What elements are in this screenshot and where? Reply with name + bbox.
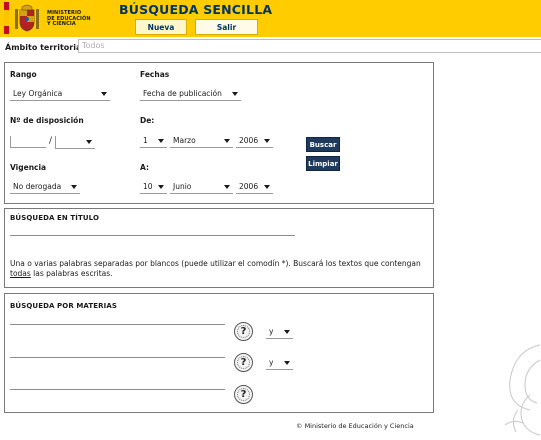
ministry-line-3: Y CIENCIA xyxy=(47,21,76,27)
tab-nueva-consulta[interactable]: Nueva consulta xyxy=(135,19,187,48)
rango-label: Rango xyxy=(10,70,37,79)
a-month-select[interactable]: Junio xyxy=(170,181,233,194)
desc-text-underlined: todas xyxy=(10,269,31,278)
chevron-down-icon xyxy=(284,361,290,365)
title-search-heading: BÚSQUEDA EN TÍTULO xyxy=(10,214,100,222)
de-year-value: 2006 xyxy=(239,136,259,145)
disposicion-year-select[interactable] xyxy=(55,136,95,149)
subject-search-heading: BÚSQUEDA POR MATERIAS xyxy=(10,302,118,310)
coat-of-arms-icon xyxy=(15,4,39,32)
vigencia-label: Vigencia xyxy=(10,163,47,172)
chevron-down-icon xyxy=(71,185,77,189)
fechas-select[interactable]: Fecha de publicación xyxy=(140,88,241,101)
rango-select[interactable]: Ley Orgánica xyxy=(10,88,110,101)
page-title: BÚSQUEDA SENCILLA xyxy=(119,2,273,17)
de-month-select[interactable]: Marzo xyxy=(170,135,233,148)
fechas-value: Fecha de publicación xyxy=(143,89,222,98)
decorative-swirl-icon xyxy=(504,344,541,436)
copyright-text: © Ministerio de Educación y Ciencia xyxy=(296,422,414,430)
disposicion-label: Nº de disposición xyxy=(10,116,84,125)
chevron-down-icon xyxy=(232,92,238,96)
de-label: De: xyxy=(140,116,155,125)
de-month-value: Marzo xyxy=(173,136,196,145)
fechas-label: Fechas xyxy=(140,70,170,79)
de-year-select[interactable]: 2006 xyxy=(236,135,273,148)
a-day-select[interactable]: 10 xyxy=(140,181,167,194)
chevron-down-icon xyxy=(224,139,230,143)
chevron-down-icon xyxy=(264,185,270,189)
ministry-logo: MINISTERIO DE EDUCACIÓN Y CIENCIA xyxy=(0,0,113,37)
a-day-value: 10 xyxy=(143,182,153,191)
chevron-down-icon xyxy=(86,140,92,144)
materia-input-3[interactable] xyxy=(10,389,225,390)
materia-input-2[interactable] xyxy=(10,357,225,358)
vigencia-select[interactable]: No derogada xyxy=(10,181,80,194)
disposicion-number-input[interactable] xyxy=(10,136,46,148)
a-label: A: xyxy=(140,163,149,172)
flag-stripe-yellow xyxy=(4,10,9,26)
ambito-input[interactable]: Todos xyxy=(78,39,541,53)
desc-text-1: Una o varias palabras separadas por blan… xyxy=(10,259,421,268)
connector-value-2: y xyxy=(269,358,274,367)
chevron-down-icon xyxy=(224,185,230,189)
buscar-button[interactable]: Buscar xyxy=(306,137,340,152)
help-icon[interactable]: ? xyxy=(234,385,253,404)
vigencia-value: No derogada xyxy=(13,182,62,191)
connector-select-1[interactable]: y xyxy=(266,326,293,339)
limpiar-button[interactable]: Limpiar xyxy=(306,156,340,171)
a-year-value: 2006 xyxy=(239,182,259,191)
a-year-select[interactable]: 2006 xyxy=(236,181,273,194)
ministry-name: MINISTERIO DE EDUCACIÓN Y CIENCIA xyxy=(47,10,111,28)
de-day-select[interactable]: 1 xyxy=(140,135,167,148)
chevron-down-icon xyxy=(264,139,270,143)
chevron-down-icon xyxy=(101,92,107,96)
a-month-value: Junio xyxy=(173,182,192,191)
disposicion-separator: / xyxy=(49,136,53,146)
subject-search-panel xyxy=(4,293,434,413)
help-icon[interactable]: ? xyxy=(234,353,253,372)
tab-salir[interactable]: Salir xyxy=(195,19,258,35)
title-search-input[interactable] xyxy=(10,235,295,236)
connector-select-2[interactable]: y xyxy=(266,357,293,370)
title-search-description: Una o varias palabras separadas por blan… xyxy=(10,259,430,279)
chevron-down-icon xyxy=(158,185,164,189)
ambito-label: Ámbito territorial: xyxy=(5,43,88,52)
chevron-down-icon xyxy=(284,330,290,334)
rango-value: Ley Orgánica xyxy=(13,89,63,98)
connector-value-1: y xyxy=(269,327,274,336)
desc-text-2: las palabras escritas. xyxy=(30,269,113,278)
de-day-value: 1 xyxy=(143,136,148,145)
materia-input-1[interactable] xyxy=(10,324,225,325)
help-icon[interactable]: ? xyxy=(234,322,253,341)
chevron-down-icon xyxy=(158,139,164,143)
